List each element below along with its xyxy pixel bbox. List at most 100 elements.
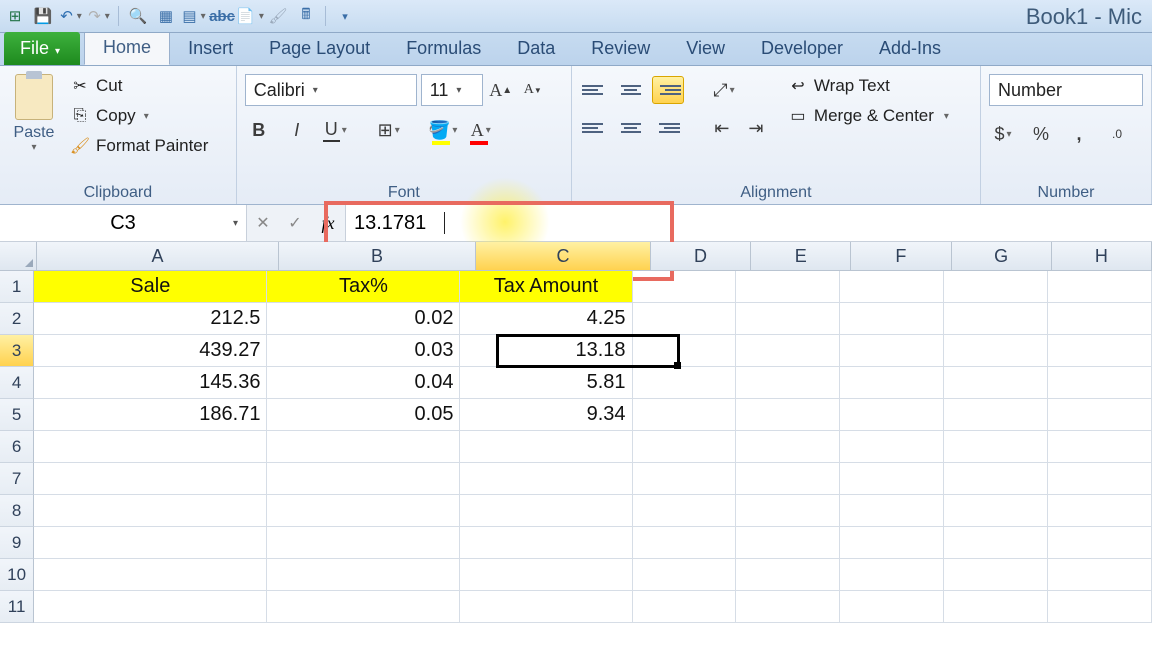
strikethrough-icon[interactable]: abc (211, 5, 233, 27)
tab-page-layout[interactable]: Page Layout (251, 32, 388, 65)
cell-G1[interactable] (944, 271, 1048, 303)
borders-button[interactable]: ⊞ (375, 116, 403, 144)
bold-button[interactable]: B (245, 116, 273, 144)
tab-developer[interactable]: Developer (743, 32, 861, 65)
cell-E11[interactable] (736, 591, 840, 623)
currency-button[interactable]: $ (989, 120, 1017, 148)
col-header-D[interactable]: D (651, 242, 751, 270)
cell-H8[interactable] (1048, 495, 1152, 527)
tab-home[interactable]: Home (84, 30, 170, 65)
cell-F3[interactable] (840, 335, 944, 367)
col-header-A[interactable]: A (37, 242, 278, 270)
cell-A2[interactable]: 212.5 (34, 303, 267, 335)
cell-C3[interactable]: 13.18 (460, 335, 632, 367)
col-header-G[interactable]: G (952, 242, 1052, 270)
grid-icon[interactable]: ▦ (155, 5, 177, 27)
cell-B6[interactable] (267, 431, 460, 463)
cell-B5[interactable]: 0.05 (267, 399, 460, 431)
col-header-F[interactable]: F (851, 242, 951, 270)
increase-indent-icon[interactable]: ⇥ (742, 114, 770, 142)
cell-G5[interactable] (944, 399, 1048, 431)
cell-B2[interactable]: 0.02 (267, 303, 460, 335)
tab-view[interactable]: View (668, 32, 743, 65)
merge-center-button[interactable]: ▭ Merge & Center ▾ (788, 106, 949, 126)
cell-C9[interactable] (460, 527, 632, 559)
cell-B11[interactable] (267, 591, 460, 623)
cut-button[interactable]: ✂ Cut (66, 74, 212, 98)
cell-A8[interactable] (34, 495, 267, 527)
cell-A9[interactable] (34, 527, 267, 559)
cell-E3[interactable] (736, 335, 840, 367)
cell-D6[interactable] (633, 431, 737, 463)
align-center-icon[interactable] (616, 115, 646, 141)
qat-customize-icon[interactable]: ▾ (334, 5, 356, 27)
cell-D1[interactable] (633, 271, 737, 303)
cell-C2[interactable]: 4.25 (460, 303, 632, 335)
name-box[interactable]: C3 ▾ (0, 205, 247, 241)
row-header-11[interactable]: 11 (0, 591, 34, 623)
cell-H7[interactable] (1048, 463, 1152, 495)
file-tab[interactable]: File▾ (4, 32, 80, 65)
cell-B10[interactable] (267, 559, 460, 591)
cell-E2[interactable] (736, 303, 840, 335)
row-header-8[interactable]: 8 (0, 495, 34, 527)
font-color-button[interactable]: A (467, 116, 495, 144)
cell-H4[interactable] (1048, 367, 1152, 399)
copy-button[interactable]: ⎘ Copy ▾ (66, 104, 212, 128)
decrease-indent-icon[interactable]: ⇤ (708, 114, 736, 142)
cell-F11[interactable] (840, 591, 944, 623)
align-left-icon[interactable] (580, 115, 610, 141)
cell-G9[interactable] (944, 527, 1048, 559)
cell-H5[interactable] (1048, 399, 1152, 431)
cell-E7[interactable] (736, 463, 840, 495)
cell-A1[interactable]: Sale (34, 271, 267, 303)
undo-icon[interactable]: ↶ (60, 5, 82, 27)
table-icon[interactable]: ▤ (183, 5, 205, 27)
cell-H2[interactable] (1048, 303, 1152, 335)
cell-H9[interactable] (1048, 527, 1152, 559)
redo-icon[interactable]: ↷ (88, 5, 110, 27)
cell-H3[interactable] (1048, 335, 1152, 367)
fx-icon[interactable]: fx (311, 213, 345, 234)
orientation-button[interactable]: ⤢ (710, 76, 738, 104)
cell-G11[interactable] (944, 591, 1048, 623)
cell-F1[interactable] (840, 271, 944, 303)
cell-D7[interactable] (633, 463, 737, 495)
tab-insert[interactable]: Insert (170, 32, 251, 65)
number-format-combo[interactable]: Number (989, 74, 1143, 106)
cell-D5[interactable] (633, 399, 737, 431)
cell-C6[interactable] (460, 431, 632, 463)
cell-F5[interactable] (840, 399, 944, 431)
calculator-icon[interactable]: 🖩 (295, 5, 317, 27)
insert-sheet-icon[interactable]: 📄 (239, 5, 261, 27)
row-header-3[interactable]: 3 (0, 335, 34, 367)
cell-A3[interactable]: 439.27 (34, 335, 267, 367)
cell-E5[interactable] (736, 399, 840, 431)
col-header-C[interactable]: C (476, 242, 651, 270)
align-top-icon[interactable] (580, 77, 610, 103)
increase-decimal-button[interactable]: .0 (1103, 120, 1131, 148)
cell-B8[interactable] (267, 495, 460, 527)
cell-G10[interactable] (944, 559, 1048, 591)
paste-button[interactable]: Paste ▾ (8, 70, 60, 172)
row-header-7[interactable]: 7 (0, 463, 34, 495)
cell-H1[interactable] (1048, 271, 1152, 303)
cell-H11[interactable] (1048, 591, 1152, 623)
cell-G6[interactable] (944, 431, 1048, 463)
cell-F4[interactable] (840, 367, 944, 399)
cell-F10[interactable] (840, 559, 944, 591)
cell-F6[interactable] (840, 431, 944, 463)
cell-G3[interactable] (944, 335, 1048, 367)
cell-F9[interactable] (840, 527, 944, 559)
cell-A11[interactable] (34, 591, 267, 623)
row-header-4[interactable]: 4 (0, 367, 34, 399)
format-painter-button[interactable]: 🖌 Format Painter (66, 134, 212, 158)
cell-H6[interactable] (1048, 431, 1152, 463)
cell-C1[interactable]: Tax Amount (460, 271, 632, 303)
cell-C10[interactable] (460, 559, 632, 591)
cell-B4[interactable]: 0.04 (267, 367, 460, 399)
tab-formulas[interactable]: Formulas (388, 32, 499, 65)
italic-button[interactable]: I (283, 116, 311, 144)
cell-H10[interactable] (1048, 559, 1152, 591)
fill-color-button[interactable]: 🪣 (429, 116, 457, 144)
